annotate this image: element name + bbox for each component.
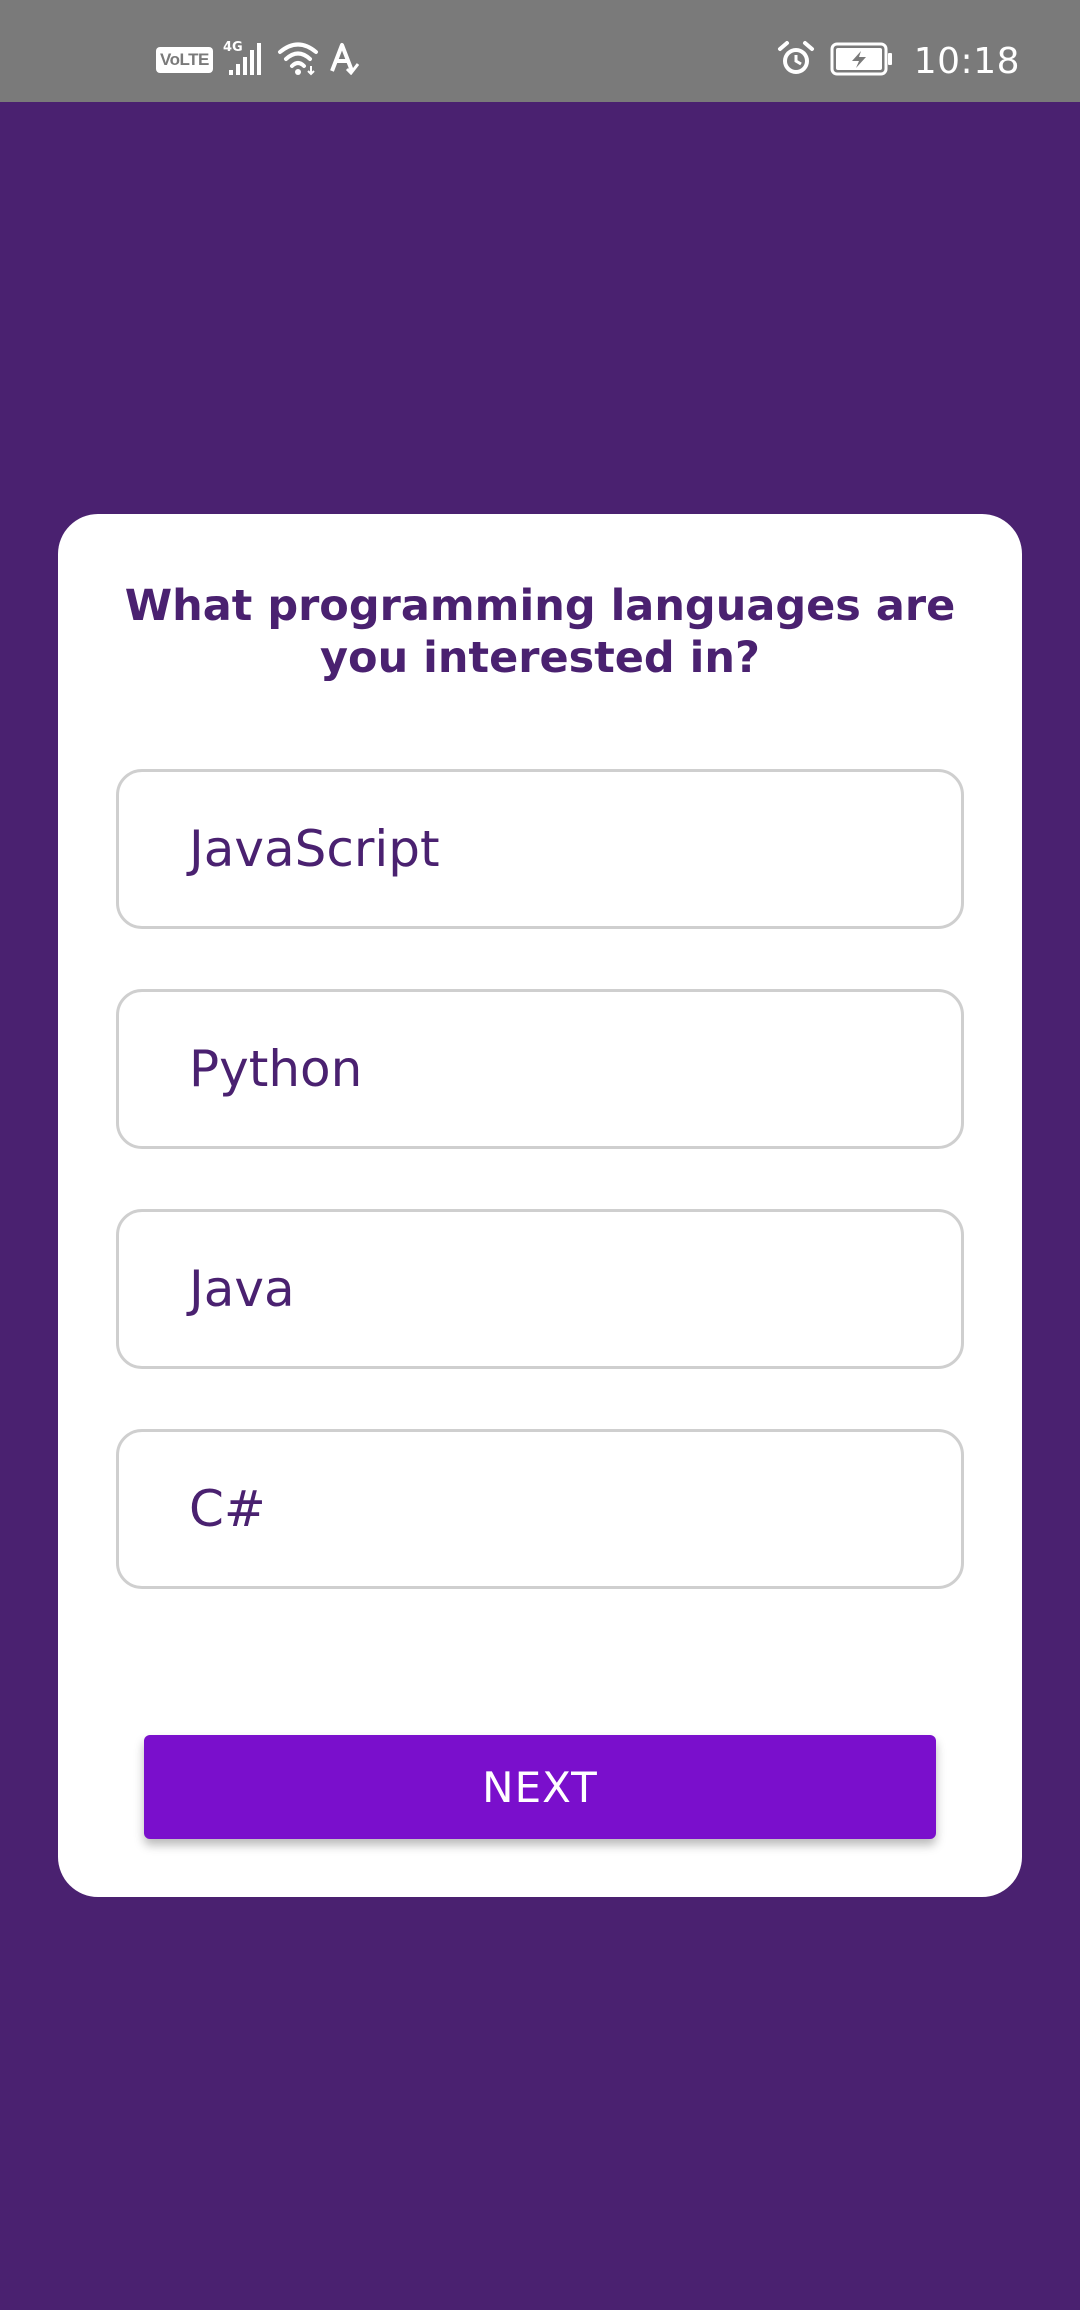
network-type-label: 4G [223,40,243,55]
question-title: What programming languages are you inter… [124,581,956,683]
option-java[interactable]: Java [116,1209,964,1369]
option-python[interactable]: Python [116,989,964,1149]
option-label: C# [189,1480,266,1538]
option-javascript[interactable]: JavaScript [116,769,964,929]
battery-charging-icon [830,42,894,80]
option-csharp[interactable]: C# [116,1429,964,1589]
alarm-icon [776,39,816,83]
status-left-icons: VoLTE 4G [156,40,359,80]
option-label: JavaScript [189,820,440,878]
volte-icon: VoLTE [156,47,213,73]
quiz-card: What programming languages are you inter… [58,514,1022,1897]
cellular-signal-icon: 4G [223,38,267,82]
auto-brightness-icon [329,41,359,79]
option-label: Python [189,1040,363,1098]
wifi-icon [277,40,319,80]
clock: 10:18 [913,40,1020,82]
option-label: Java [189,1260,295,1318]
status-right-icons: 10:18 [776,36,1020,86]
status-bar: VoLTE 4G 10:18 [0,0,1080,102]
next-button[interactable]: NEXT [144,1735,936,1839]
